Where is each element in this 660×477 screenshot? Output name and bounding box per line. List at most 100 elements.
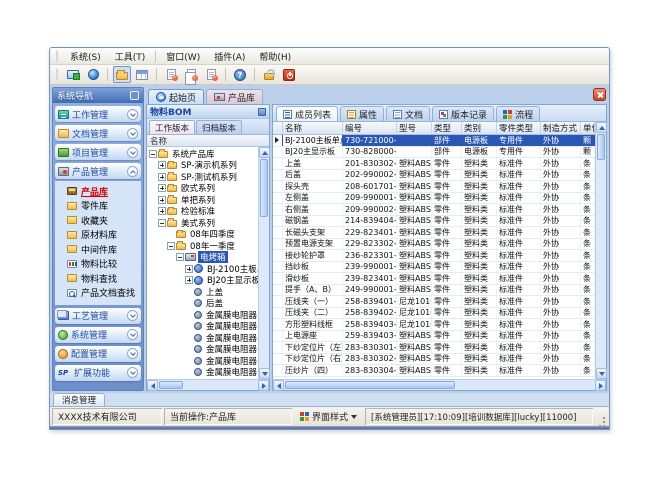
table-row[interactable]: 长磁头支架229-823401-00E塑料ABS零件塑料类标准件外协条 <box>273 227 595 239</box>
grid-header-col-1[interactable]: 编号 <box>343 122 397 134</box>
table-row[interactable]: 左侧盖209-990001-01E塑料ABS零件塑料类标准件外协条 <box>273 193 595 205</box>
menu-item-3[interactable]: 插件(A) <box>207 49 252 64</box>
chevron-down-icon[interactable] <box>127 348 138 359</box>
expand-icon[interactable] <box>158 161 166 169</box>
grid-header-col-6[interactable]: 制造方式 <box>541 122 581 134</box>
member-tab-3[interactable]: 版本记录 <box>432 106 494 121</box>
tree-node-1[interactable]: SP-演示机系列 <box>147 160 258 172</box>
toolbar-button-doc-delete-icon[interactable] <box>202 66 220 83</box>
tree-node-17[interactable]: 金属膜电阻器 <box>147 344 258 356</box>
tree-vscroll-thumb[interactable] <box>260 159 268 217</box>
toolbar-button-monitor-icon[interactable] <box>64 66 82 83</box>
tree-node-0[interactable]: 系统产品库 <box>147 148 258 160</box>
ui-style-button[interactable]: 界面样式 <box>294 408 363 425</box>
table-row[interactable]: 后盖202-990002-01E塑料ABS零件塑料类标准件外协条 <box>273 170 595 182</box>
tree-node-8[interactable]: 08年一季度 <box>147 240 258 252</box>
scroll-up-icon[interactable] <box>596 122 607 133</box>
bom-tab-1[interactable]: 归档版本 <box>196 120 242 134</box>
tree-node-15[interactable]: 金属膜电阻器 <box>147 321 258 333</box>
table-row[interactable]: 磁钢盖214-839404-01E塑料ABS零件塑料类标准件外协条 <box>273 216 595 228</box>
table-row[interactable]: 右侧盖209-990002-01E塑料ABS零件塑料类标准件外协条 <box>273 204 595 216</box>
grid-header-col-0[interactable]: 名称 <box>283 122 343 134</box>
chevron-down-icon[interactable] <box>127 329 138 340</box>
expand-icon[interactable] <box>158 184 166 192</box>
scroll-left-icon[interactable] <box>273 380 284 391</box>
table-row[interactable]: 压纱片（四）283-830304-00E塑料ABS零件塑料类标准件外协条 <box>273 365 595 377</box>
expand-icon[interactable] <box>185 265 193 273</box>
sidebar-group-7[interactable]: SP扩展功能 <box>55 365 141 381</box>
sidebar-collapse-icon[interactable] <box>130 91 139 100</box>
toolbar-button-lock-icon[interactable] <box>260 66 278 83</box>
sidebar-item-7[interactable]: 产品文档查找 <box>67 288 141 298</box>
toolbar-button-globe-icon[interactable] <box>84 66 102 83</box>
sidebar-item-5[interactable]: 物料比较 <box>67 259 141 269</box>
tree-node-10[interactable]: BJ-2100主板单点 <box>147 263 258 275</box>
scroll-right-icon[interactable] <box>595 380 606 391</box>
scroll-down-icon[interactable] <box>259 368 270 379</box>
toolbar-button-exit-icon[interactable] <box>280 66 298 83</box>
tree-node-14[interactable]: 金属膜电阻器 <box>147 309 258 321</box>
collapse-icon[interactable] <box>158 219 166 227</box>
table-row[interactable]: 压线夹（一）258-839401-00E尼龙1010零件塑料类标准件外协条 <box>273 296 595 308</box>
grid-vscroll-thumb[interactable] <box>597 134 605 160</box>
table-row[interactable]: 上电源座259-839403-00E塑料ABS零件塑料类标准件外协条 <box>273 331 595 343</box>
table-row[interactable]: 下纱定位片（右）283-830302-00E塑料ABS零件塑料类标准件外协条 <box>273 354 595 366</box>
sidebar-group-6[interactable]: 配置管理 <box>55 346 141 362</box>
tree-node-4[interactable]: 单把系列 <box>147 194 258 206</box>
table-row[interactable]: BJ-2100主板单点730-721000-12E部件电源板专用件外协颗 <box>273 135 595 147</box>
table-row[interactable]: 压线夹（二）258-839402-00E尼龙1010零件塑料类标准件外协条 <box>273 308 595 320</box>
tree-column-header[interactable]: 名称 <box>147 135 269 147</box>
table-row[interactable]: 滑纱板239-823401-00E塑料ABS零件塑料类标准件外协条 <box>273 273 595 285</box>
chevron-down-icon[interactable] <box>127 128 138 139</box>
toolbar-button-doc-copy-icon[interactable] <box>182 66 200 83</box>
toolbar-button-doc-new-icon[interactable] <box>162 66 180 83</box>
toolbar-button-grid-icon[interactable] <box>133 66 151 83</box>
sidebar-item-6[interactable]: 物料查找 <box>67 273 141 283</box>
chevron-down-icon[interactable] <box>127 367 138 378</box>
table-row[interactable]: BJ20主显示板730-828000-04E部件电源板专用件外协颗 <box>273 147 595 159</box>
collapse-icon[interactable] <box>176 253 184 261</box>
sidebar-item-0[interactable]: 产品库 <box>67 186 141 196</box>
menu-item-2[interactable]: 窗口(W) <box>159 49 207 64</box>
message-manage-tab[interactable]: 消息管理 <box>53 393 105 406</box>
scroll-up-icon[interactable] <box>259 147 270 158</box>
menu-item-1[interactable]: 工具(T) <box>108 49 153 64</box>
tree-node-7[interactable]: 08年四季度 <box>147 229 258 241</box>
sidebar-item-2[interactable]: 收藏夹 <box>67 215 141 225</box>
expand-icon[interactable] <box>158 173 166 181</box>
tree-node-11[interactable]: BJ20主显示板 <box>147 275 258 287</box>
chevron-down-icon[interactable] <box>127 147 138 158</box>
grid-hscroll-thumb[interactable] <box>285 381 455 389</box>
table-row[interactable]: 下纱定位片（左）283-830301-00E塑料ABS零件塑料类标准件外协条 <box>273 342 595 354</box>
tree-node-9[interactable]: 电烤箱 <box>147 252 258 264</box>
table-row[interactable]: 提手（A、B）249-990001-01E塑料ABS零件塑料类标准件外协条 <box>273 285 595 297</box>
expand-icon[interactable] <box>185 276 193 284</box>
grid-header-col-7[interactable]: 单位 <box>581 122 595 134</box>
table-row[interactable]: 探头壳208-601701-01E塑料ABS零件塑料类标准件外协条 <box>273 181 595 193</box>
doc-tab-0[interactable]: 起始页 <box>148 89 204 104</box>
grid-header-col-5[interactable]: 零件类型 <box>497 122 541 134</box>
scroll-right-icon[interactable] <box>258 380 269 391</box>
tree-node-16[interactable]: 金属膜电阻器 <box>147 332 258 344</box>
collapse-icon[interactable] <box>149 150 157 158</box>
member-tab-2[interactable]: 文档 <box>386 106 430 121</box>
tree-node-13[interactable]: 后盖 <box>147 298 258 310</box>
member-tab-0[interactable]: 成员列表 <box>276 106 338 121</box>
tree-node-5[interactable]: 检验标准 <box>147 206 258 218</box>
expand-icon[interactable] <box>158 207 166 215</box>
pin-icon[interactable] <box>258 108 266 116</box>
chevron-down-icon[interactable] <box>127 109 138 120</box>
tree-node-19[interactable]: 金属膜电阻器 <box>147 367 258 379</box>
sidebar-item-4[interactable]: 中间件库 <box>67 244 141 254</box>
resize-grip[interactable] <box>595 408 607 425</box>
member-tab-1[interactable]: 属性 <box>340 106 384 121</box>
doc-tab-1[interactable]: 产品库 <box>206 89 263 104</box>
table-row[interactable]: 上盖201-830302-00E塑料ABS零件塑料类标准件外协条 <box>273 158 595 170</box>
menu-item-0[interactable]: 系统(S) <box>63 49 108 64</box>
tree-node-3[interactable]: 欧式系列 <box>147 183 258 195</box>
chevron-down-icon[interactable] <box>127 310 138 321</box>
close-button[interactable] <box>593 88 606 101</box>
tree-hscroll-thumb[interactable] <box>159 381 183 389</box>
member-tab-4[interactable]: 流程 <box>496 106 540 121</box>
scroll-left-icon[interactable] <box>147 380 158 391</box>
